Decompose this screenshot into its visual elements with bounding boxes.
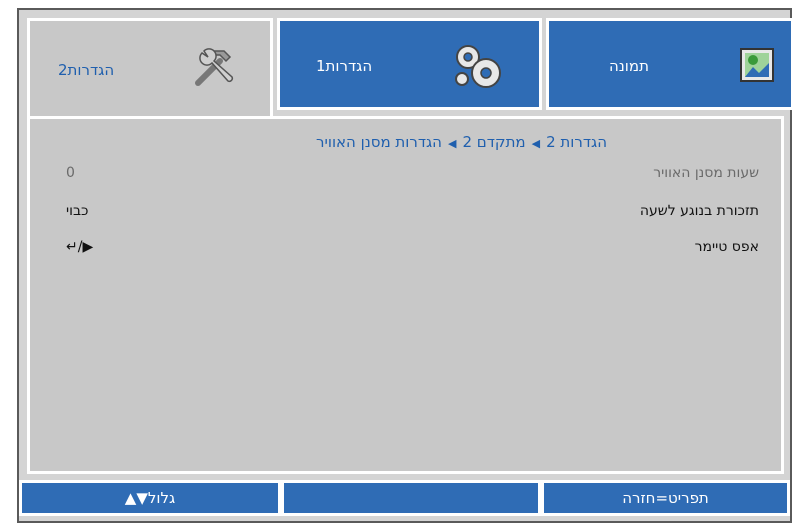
setting-row-hour-reminder[interactable]: תזכורת בנוגע לשעה כבוי bbox=[30, 203, 781, 225]
footer-middle bbox=[281, 480, 541, 516]
setting-label: אפס טיימר bbox=[694, 239, 759, 255]
enter-arrow-icon[interactable]: ↵/▶ bbox=[66, 239, 93, 255]
gears-icon bbox=[455, 45, 501, 88]
footer-menu-label: תפריט=חזרה bbox=[622, 489, 709, 507]
breadcrumb-item-settings-2[interactable]: הגדרות 2 bbox=[546, 133, 607, 151]
setting-label: תזכורת בנוגע לשעה bbox=[639, 203, 759, 219]
tab-picture-label: תמונה bbox=[609, 57, 649, 75]
tab-settings-2-label: הגדרות2 bbox=[58, 61, 115, 79]
tab-settings-1[interactable]: הגדרות1 bbox=[277, 18, 542, 110]
tools-icon bbox=[195, 48, 234, 86]
breadcrumb-item-advanced-2[interactable]: מתקדם 2 bbox=[462, 133, 525, 151]
breadcrumb-separator-icon: ◀ bbox=[531, 137, 541, 150]
tab-settings-2[interactable]: הגדרות2 bbox=[27, 18, 273, 118]
footer-scroll-hint: גלול▼▲ bbox=[19, 480, 281, 516]
tab-picture[interactable]: תמונה bbox=[546, 18, 794, 110]
osd-menu: הגדרות2 הגדרות1 תמונה הגדרות 2◀מתקדם 2◀ה… bbox=[17, 8, 794, 523]
setting-row-reset-timer[interactable]: אפס טיימר ↵/▶ bbox=[30, 239, 781, 261]
setting-label: שעות מסנן האוויר bbox=[653, 165, 759, 181]
footer-menu-hint: תפריט=חזרה bbox=[541, 480, 790, 516]
settings-panel: הגדרות 2 ◀ מתקדם 2 ◀ הגדרות מסנן האוויר שעות… bbox=[27, 116, 784, 474]
breadcrumb-separator-icon: ◀ bbox=[448, 137, 457, 150]
setting-value[interactable]: כבוי bbox=[66, 203, 88, 219]
footer-scroll-label: גלול▼▲ bbox=[124, 489, 176, 507]
breadcrumb: הגדרות 2 ◀ מתקדם 2 ◀ הגדרות מסנן האוויר bbox=[316, 133, 607, 151]
picture-icon bbox=[740, 48, 774, 82]
breadcrumb-item-filter-settings: הגדרות מסנן האוויר bbox=[316, 133, 442, 151]
setting-value: 0 bbox=[66, 165, 75, 181]
tab-settings-1-label: הגדרות1 bbox=[316, 57, 373, 75]
setting-row-filter-hours: שעות מסנן האוויר 0 bbox=[30, 165, 781, 187]
